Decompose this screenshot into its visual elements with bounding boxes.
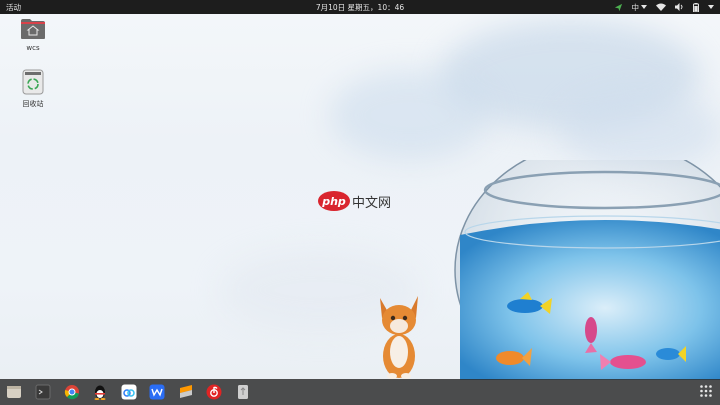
dock	[0, 379, 720, 405]
input-method-label: 中	[631, 2, 640, 12]
wallpaper-logo: php 中文网	[318, 191, 391, 211]
dock-netease-music[interactable]	[206, 384, 222, 400]
desktop-icon-home[interactable]: wcs	[15, 18, 51, 52]
home-folder-icon	[20, 19, 46, 42]
power-icon[interactable]	[708, 5, 714, 9]
usb-drive-icon	[235, 384, 251, 400]
sublime-icon	[178, 384, 194, 400]
wifi-icon[interactable]	[656, 3, 666, 11]
input-method-menu[interactable]: 中	[631, 2, 647, 13]
chrome-icon	[64, 384, 80, 400]
dock-files[interactable]	[6, 384, 22, 400]
show-apps-button[interactable]	[699, 384, 715, 400]
send-arrow-icon[interactable]	[614, 3, 623, 12]
home-folder-label: wcs	[26, 44, 40, 52]
wallpaper-cloud	[560, 90, 720, 170]
wallpaper-cloud	[330, 70, 490, 160]
wps-icon	[149, 384, 165, 400]
chevron-down-icon	[641, 5, 647, 9]
battery-icon[interactable]	[693, 2, 699, 12]
trash-icon	[22, 69, 44, 97]
dock-qq[interactable]	[92, 384, 108, 400]
volume-icon[interactable]	[675, 3, 684, 11]
desktop-icon-trash[interactable]: 回收站	[15, 69, 51, 109]
fishbowl-illustration	[454, 160, 720, 380]
logo-chinese-text: 中文网	[352, 195, 392, 211]
dock-baidu-netdisk[interactable]	[121, 384, 137, 400]
trash-label: 回收站	[22, 100, 44, 108]
system-tray[interactable]: 中	[614, 1, 714, 13]
dock-sublime[interactable]	[178, 384, 194, 400]
logo-php-badge: php	[318, 191, 350, 211]
top-bar: 活动 7月10日 星期五，10：46 中	[0, 0, 720, 14]
cat-illustration	[380, 296, 418, 379]
clock[interactable]: 7月10日 星期五，10：46	[0, 2, 720, 13]
dock-terminal[interactable]	[35, 384, 51, 400]
dock-usb-drive[interactable]	[235, 384, 251, 400]
dock-wps[interactable]	[149, 384, 165, 400]
qq-icon	[92, 384, 108, 400]
netease-music-icon	[206, 384, 222, 400]
show-apps-icon	[699, 384, 715, 398]
dock-chrome[interactable]	[64, 384, 80, 400]
files-icon	[6, 384, 22, 400]
desktop-screen: 活动 7月10日 星期五，10：46 中 wcs 回收站 php 中文网	[0, 0, 720, 405]
terminal-icon	[35, 384, 51, 400]
baidu-netdisk-icon	[121, 384, 137, 400]
